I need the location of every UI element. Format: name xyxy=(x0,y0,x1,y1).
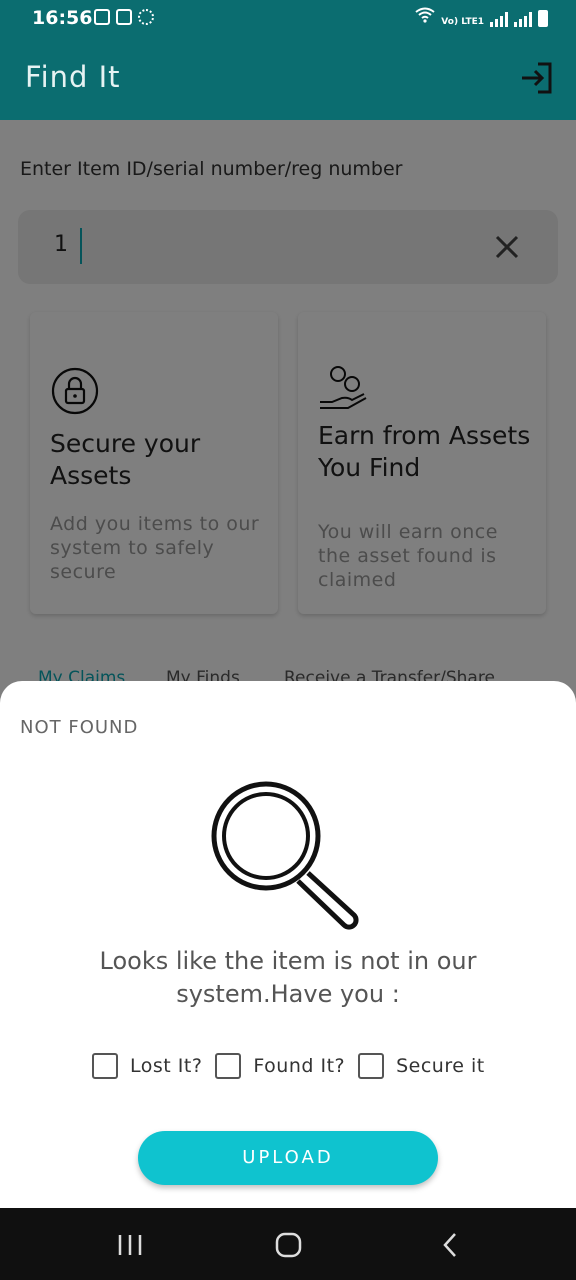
app-title: Find It xyxy=(25,60,121,94)
option-label: Lost It? xyxy=(130,1055,203,1077)
sync-icon xyxy=(138,9,154,25)
status-bar: 16:56 Vo) LTE1 xyxy=(0,0,576,36)
secure-it-option[interactable]: Secure it xyxy=(358,1053,485,1079)
found-it-option[interactable]: Found It? xyxy=(215,1053,345,1079)
options-row: Lost It? Found It? Secure it xyxy=(92,1053,498,1079)
signal-icon xyxy=(490,11,508,27)
network-type: Vo) LTE1 xyxy=(441,17,484,27)
lost-it-checkbox[interactable] xyxy=(92,1053,118,1079)
notification-icons xyxy=(94,9,154,25)
upload-button[interactable]: UPLOAD xyxy=(138,1131,438,1185)
status-time: 16:56 xyxy=(32,7,93,29)
gallery-icon xyxy=(94,9,110,25)
found-it-checkbox[interactable] xyxy=(215,1053,242,1079)
wifi-icon xyxy=(415,7,435,27)
system-nav-bar xyxy=(0,1208,576,1280)
option-label: Found It? xyxy=(253,1055,346,1077)
not-found-message: Looks like the item is not in our system… xyxy=(99,947,477,1008)
recent-apps-icon[interactable] xyxy=(115,1230,145,1260)
signal-icon-2 xyxy=(514,11,532,27)
not-found-sheet: NOT FOUND Looks like the item is not in … xyxy=(0,681,576,1208)
instagram-icon xyxy=(116,9,132,25)
magnifier-icon xyxy=(208,781,368,931)
logout-icon[interactable] xyxy=(518,58,558,98)
back-icon[interactable] xyxy=(436,1230,466,1260)
secure-it-checkbox[interactable] xyxy=(358,1053,385,1079)
option-label: Secure it xyxy=(396,1055,485,1077)
home-icon[interactable] xyxy=(274,1230,304,1260)
sheet-title: NOT FOUND xyxy=(20,717,139,738)
lost-it-option[interactable]: Lost It? xyxy=(92,1053,202,1079)
battery-icon xyxy=(538,10,548,27)
status-right: Vo) LTE1 xyxy=(415,7,548,27)
app-bar: Find It xyxy=(0,36,576,120)
